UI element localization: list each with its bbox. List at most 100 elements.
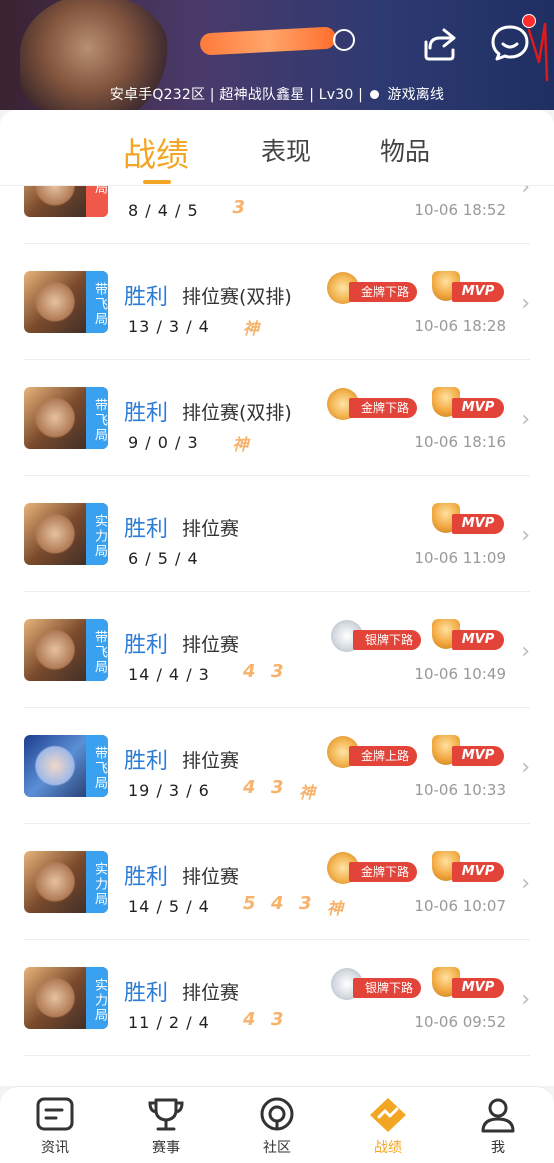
hero-avatar: 实力局 — [24, 851, 108, 913]
hero-portrait — [32, 513, 78, 559]
nav-news[interactable]: 资讯 — [15, 1097, 95, 1157]
redacted-player-name — [199, 26, 337, 56]
trophy-icon — [148, 1098, 184, 1131]
hero-avatar: 带飞局 — [24, 735, 108, 797]
streak-mark: 神 — [299, 783, 316, 802]
kda-score: 19 / 3 / 6 — [128, 781, 210, 800]
match-row[interactable]: 带飞局 胜利 排位赛(双排) 9 / 0 / 3 神 金牌下路 MVP 10-06 18:16… — [24, 360, 530, 476]
nav-records-label: 战绩 — [374, 1140, 402, 1156]
match-row[interactable]: 实力局 胜利 排位赛 6 / 5 / 4 MVP 10-06 11:09 › — [24, 476, 530, 592]
hero-portrait — [32, 281, 78, 327]
position-badge-label: 银牌下路 — [353, 630, 422, 650]
tab-records[interactable]: 战绩 — [123, 128, 189, 176]
match-time: 10-06 18:52 — [414, 201, 506, 219]
match-result: 胜利 — [124, 285, 169, 310]
streak-mark: 4 — [243, 777, 256, 798]
position-badge-label: 金牌下路 — [349, 282, 418, 302]
nav-events-label: 赛事 — [152, 1140, 180, 1156]
mvp-label: MVP — [452, 862, 504, 882]
bottom-navigation: 资讯 赛事 社区 战绩 我 — [0, 1086, 554, 1163]
chevron-right-icon[interactable]: › — [521, 871, 530, 896]
profile-header: 安卓手Q232区 | 超神战队鑫星 | Lv30 | 游戏离线 — [0, 0, 554, 110]
share-icon[interactable] — [420, 24, 460, 64]
mvp-label: MVP — [452, 630, 504, 650]
streak-mark: 神 — [232, 435, 249, 454]
chevron-right-icon[interactable]: › — [521, 987, 530, 1012]
match-result: 胜利 — [124, 865, 169, 890]
match-row[interactable]: 带飞局 胜利 排位赛(双排) 13 / 3 / 4 神 金牌下路 MVP 10-06 18:2… — [24, 244, 530, 360]
streak-mark: 4 — [271, 893, 284, 914]
match-mode: 排位赛 — [182, 634, 240, 656]
chat-icon[interactable] — [488, 22, 532, 62]
chevron-right-icon[interactable]: › — [521, 639, 530, 664]
match-time: 10-06 18:16 — [414, 433, 506, 451]
offline-status-icon — [369, 90, 379, 99]
mvp-badge: MVP — [432, 967, 504, 999]
record-icon — [370, 1098, 406, 1132]
position-badge-label: 金牌上路 — [349, 746, 418, 766]
hero-portrait — [32, 977, 78, 1023]
streak-mark: 4 — [243, 661, 256, 682]
hero-avatar: 带飞局 — [24, 271, 108, 333]
match-row[interactable]: 实力局 胜利 排位赛 11 / 2 / 4 4 3 银牌下路 MVP 10-06 09:52 › — [24, 940, 530, 1056]
hero-portrait — [32, 861, 78, 907]
match-type-tag: 实力局 — [86, 851, 108, 913]
streak-mark: 3 — [232, 197, 246, 218]
mvp-label: MVP — [452, 514, 504, 534]
mvp-label: MVP — [452, 978, 504, 998]
streak-mark: 神 — [327, 899, 344, 918]
match-row[interactable]: 局 8 / 4 / 5 3 10-06 18:52 › — [24, 186, 530, 244]
nav-profile[interactable]: 我 — [458, 1097, 538, 1157]
match-row[interactable]: 带飞局 胜利 排位赛 14 / 4 / 3 4 3 银牌下路 MVP 10-06 10:49 › — [24, 592, 530, 708]
chevron-right-icon[interactable]: › — [521, 523, 530, 548]
match-list[interactable]: 局8 / 4 / 5 3 10-06 18:52 › 带飞局 胜利 排位赛(双排) 13 / … — [0, 186, 554, 1086]
server-info: 安卓手Q232区 | 超神战队鑫星 | Lv30 | 游戏离线 — [0, 84, 554, 104]
streak-mark: 4 — [243, 1009, 256, 1030]
match-type-tag: 带飞局 — [86, 735, 108, 797]
server-info-text: 安卓手Q232区 | 超神战队鑫星 | Lv30 | — [109, 87, 364, 103]
name-edit-icon[interactable] — [333, 29, 355, 51]
hero-avatar: 局 — [24, 186, 108, 217]
mvp-badge: MVP — [432, 619, 504, 651]
mvp-badge: MVP — [432, 735, 504, 767]
match-result: 胜利 — [124, 401, 169, 426]
hero-avatar: 实力局 — [24, 503, 108, 565]
streak-mark: 5 — [243, 893, 256, 914]
news-icon — [36, 1097, 74, 1131]
record-tabs: 战绩 表现 物品 — [0, 110, 554, 186]
match-type-tag: 带飞局 — [86, 619, 108, 681]
nav-community-label: 社区 — [263, 1140, 291, 1156]
nav-records[interactable]: 战绩 — [348, 1097, 428, 1157]
tab-performance[interactable]: 表现 — [261, 132, 311, 168]
position-badge-label: 金牌下路 — [349, 862, 418, 882]
hero-avatar: 实力局 — [24, 967, 108, 1029]
chevron-right-icon[interactable]: › — [521, 407, 530, 432]
chevron-right-icon[interactable]: › — [521, 291, 530, 316]
chevron-right-icon[interactable]: › — [521, 755, 530, 780]
nav-events[interactable]: 赛事 — [126, 1097, 206, 1157]
kda-score: 13 / 3 / 4 — [128, 317, 210, 336]
kda-score: 14 / 4 / 3 — [128, 665, 210, 684]
mvp-badge: MVP — [432, 271, 504, 303]
hero-portrait — [32, 397, 78, 443]
match-type-tag: 带飞局 — [86, 387, 108, 449]
nav-profile-label: 我 — [491, 1140, 505, 1156]
match-row[interactable]: 实力局 胜利 排位赛 14 / 5 / 4 5 4 3 神金牌下路 MVP 10-06 10:07… — [24, 824, 530, 940]
kda-score: 11 / 2 / 4 — [128, 1013, 210, 1032]
streak-mark: 3 — [271, 661, 284, 682]
red-pen-mark — [527, 22, 549, 82]
tab-items[interactable]: 物品 — [380, 132, 430, 168]
match-mode: 排位赛 — [182, 866, 240, 888]
match-type-tag: 实力局 — [86, 967, 108, 1029]
streak-mark: 3 — [271, 1009, 284, 1030]
match-result: 胜利 — [124, 633, 169, 658]
online-status-text: 游戏离线 — [387, 87, 445, 103]
match-result: 胜利 — [124, 749, 169, 774]
nav-community[interactable]: 社区 — [237, 1097, 317, 1157]
match-type-tag: 带飞局 — [86, 271, 108, 333]
profile-icon — [481, 1098, 515, 1133]
streak-mark: 3 — [299, 893, 312, 914]
match-row[interactable]: 带飞局 胜利 排位赛 19 / 3 / 6 4 3 神 金牌上路 MVP 10-06 10:33 › — [24, 708, 530, 824]
match-mode: 排位赛(双排) — [182, 286, 292, 308]
chevron-right-icon[interactable]: › — [521, 186, 530, 200]
